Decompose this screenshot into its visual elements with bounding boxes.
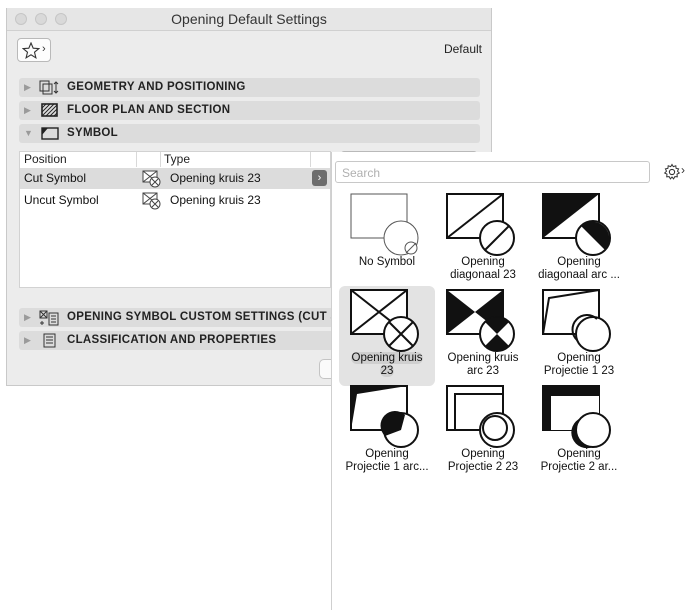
symbol-item-kruis-arc[interactable]: Opening kruis arc 23 [435, 286, 531, 386]
item-label: Projectie 2 23 [447, 461, 519, 473]
cross-symbol-icon [142, 192, 161, 210]
item-label: Opening [461, 448, 505, 460]
item-label: Opening [365, 448, 409, 460]
expand-triangle-icon: ▶ [24, 105, 31, 115]
cross-arc-icon [446, 289, 515, 352]
search-input[interactable] [340, 163, 644, 183]
section-label: SYMBOL [67, 127, 118, 139]
item-label: Projectie 1 23 [543, 365, 615, 377]
collapse-triangle-icon: ▼ [24, 128, 33, 138]
section-geometry[interactable]: ▶ GEOMETRY AND POSITIONING [19, 78, 480, 97]
section-symbol[interactable]: ▼ SYMBOL [19, 124, 480, 143]
chevron-right-icon[interactable]: › [312, 170, 327, 186]
star-icon [22, 42, 40, 59]
title-bar: Opening Default Settings [7, 8, 491, 31]
window-title: Opening Default Settings [171, 11, 327, 27]
column-divider [160, 152, 161, 167]
symbol-item-kruis[interactable]: Opening kruis 23 [339, 286, 435, 386]
symbol-item-projectie-2[interactable]: Opening Projectie 2 23 [435, 382, 531, 482]
projection-1-arc-icon [350, 385, 419, 448]
column-header-type[interactable]: Type [164, 152, 190, 167]
item-label: diagonaal arc ... [538, 269, 620, 281]
classification-icon [43, 333, 56, 348]
symbol-item-no-symbol[interactable]: No Symbol [339, 190, 435, 290]
item-label: Projectie 2 ar... [540, 461, 618, 473]
item-label: 23 [379, 365, 395, 377]
symbol-item-projectie-1[interactable]: Opening Projectie 1 23 [531, 286, 627, 386]
symbol-item-diagonaal[interactable]: Opening diagonaal 23 [435, 190, 531, 290]
symbol-picker-popover: › No Symbol Openingdiagonaal 23 Openingd… [331, 152, 687, 610]
type-cell: Opening kruis 23 [170, 171, 261, 185]
position-cell: Uncut Symbol [24, 193, 99, 207]
projection-1-icon [542, 289, 611, 352]
chevron-right-icon[interactable]: › [681, 163, 685, 177]
column-divider [310, 152, 311, 167]
projection-2-icon [446, 385, 515, 448]
chevron-right-icon: › [42, 43, 46, 55]
table-row[interactable]: Uncut Symbol Opening kruis 23 [20, 190, 330, 211]
symbol-table: Position Type Cut Symbol Opening kruis 2… [19, 151, 331, 288]
symbol-icon [41, 127, 59, 140]
floor-plan-icon [41, 103, 58, 117]
section-floor-plan[interactable]: ▶ FLOOR PLAN AND SECTION [19, 101, 480, 120]
default-label: Default [443, 42, 482, 56]
custom-settings-icon [39, 310, 59, 326]
no-symbol-icon [350, 193, 419, 256]
expand-triangle-icon: ▶ [24, 335, 31, 345]
cross-symbol-icon [142, 170, 161, 188]
expand-triangle-icon: ▶ [24, 82, 31, 92]
column-divider [136, 152, 137, 167]
gear-icon[interactable] [663, 163, 681, 181]
item-label: arc 23 [467, 365, 499, 377]
table-row[interactable]: Cut Symbol Opening kruis 23 › [20, 168, 330, 189]
section-label: OPENING SYMBOL CUSTOM SETTINGS (CUT S [67, 311, 339, 323]
section-label: CLASSIFICATION AND PROPERTIES [67, 334, 277, 346]
symbol-item-projectie-2-arc[interactable]: Opening Projectie 2 ar... [531, 382, 627, 482]
diagonal-icon [446, 193, 515, 256]
cross-icon [350, 289, 419, 352]
section-label: GEOMETRY AND POSITIONING [67, 81, 246, 93]
section-label: FLOOR PLAN AND SECTION [67, 104, 231, 116]
item-label: Opening kruis [447, 352, 519, 364]
item-label: Projectie 1 arc... [345, 461, 429, 473]
search-field[interactable] [335, 161, 650, 183]
item-label: Opening [461, 256, 505, 268]
geometry-icon [39, 80, 59, 95]
item-label: Opening kruis [350, 352, 424, 364]
column-header-position[interactable]: Position [24, 152, 67, 167]
item-label: diagonaal 23 [450, 269, 516, 281]
item-label: Opening [557, 256, 601, 268]
expand-triangle-icon: ▶ [24, 312, 31, 322]
diagonal-arc-icon [542, 193, 611, 256]
projection-2-arc-icon [542, 385, 611, 449]
favorites-button[interactable]: › [17, 38, 51, 62]
item-label: No Symbol [358, 256, 416, 268]
item-label: Opening [557, 448, 601, 460]
item-label: Opening [557, 352, 601, 364]
symbol-item-projectie-1-arc[interactable]: Opening Projectie 1 arc... [339, 382, 435, 482]
symbol-item-diagonaal-arc[interactable]: Opening diagonaal arc ... [531, 190, 627, 290]
type-cell: Opening kruis 23 [170, 193, 261, 207]
position-cell: Cut Symbol [24, 171, 87, 185]
